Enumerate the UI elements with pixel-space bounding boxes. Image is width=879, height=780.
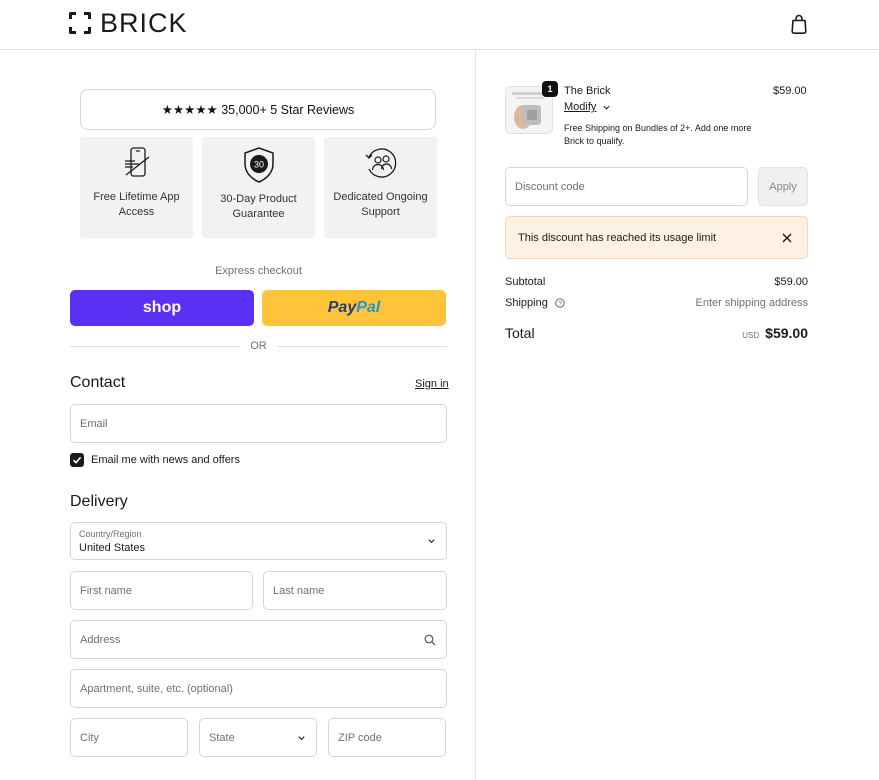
- last-name-placeholder: Last name: [273, 584, 325, 597]
- shipping-promo-note: Free Shipping on Bundles of 2+. Add one …: [564, 123, 752, 146]
- email-field[interactable]: Email: [70, 404, 447, 443]
- feature-tile-support: Dedicated Ongoing Support: [324, 137, 437, 238]
- zip-placeholder: ZIP code: [338, 731, 382, 744]
- shop-pay-label: shop: [142, 299, 182, 316]
- shipping-row: Shipping ? Enter shipping address: [505, 297, 808, 309]
- paypal-label-part2: Pal: [356, 299, 381, 316]
- column-divider: [475, 50, 476, 780]
- header: BRICK: [0, 0, 879, 50]
- express-checkout-label: Express checkout: [215, 265, 302, 277]
- delivery-title: Delivery: [70, 493, 128, 510]
- discount-error-alert: This discount has reached its usage limi…: [505, 216, 808, 259]
- country-select[interactable]: Country/Region United States: [70, 522, 447, 560]
- chevron-down-icon: [428, 539, 435, 544]
- country-label: Country/Region: [79, 529, 142, 539]
- close-icon[interactable]: [782, 233, 792, 243]
- paypal-button[interactable]: Pay Pal: [262, 290, 446, 326]
- discount-code-input[interactable]: Discount code: [505, 167, 748, 206]
- country-value: United States: [79, 542, 146, 554]
- last-name-field[interactable]: Last name: [263, 571, 447, 610]
- apply-discount-button[interactable]: Apply: [758, 167, 808, 206]
- address-placeholder: Address: [80, 633, 121, 646]
- subtotal-label: Subtotal: [505, 276, 546, 288]
- total-label: Total: [505, 325, 535, 341]
- feature-label: Dedicated Ongoing Support: [333, 191, 428, 218]
- apartment-field[interactable]: Apartment, suite, etc. (optional): [70, 669, 447, 708]
- shipping-value: Enter shipping address: [695, 297, 808, 309]
- zip-field[interactable]: ZIP code: [328, 718, 446, 757]
- product-price: $59.00: [773, 85, 807, 97]
- subtotal-value: $59.00: [774, 276, 808, 288]
- first-name-field[interactable]: First name: [70, 571, 253, 610]
- newsletter-row[interactable]: Email me with news and offers: [70, 453, 240, 467]
- chevron-down-icon: [298, 735, 305, 740]
- address-field[interactable]: Address: [70, 620, 447, 659]
- state-select[interactable]: State: [199, 718, 317, 757]
- sign-in-link[interactable]: Sign in: [415, 378, 449, 390]
- feature-tile-guarantee: 30 30-Day Product Guarantee: [202, 137, 315, 238]
- apartment-placeholder: Apartment, suite, etc. (optional): [80, 682, 233, 695]
- help-icon[interactable]: ?: [555, 298, 565, 308]
- city-field[interactable]: City: [70, 718, 188, 757]
- feature-label: Free Lifetime App Access: [93, 191, 180, 218]
- discount-placeholder: Discount code: [515, 180, 585, 193]
- currency-code: USD: [742, 331, 760, 340]
- total-row: Total USD $59.00: [505, 325, 808, 341]
- feature-tiles: Free Lifetime App Access 30 30-Day Produ…: [80, 137, 437, 238]
- total-value: $59.00: [765, 325, 808, 341]
- first-name-placeholder: First name: [80, 584, 132, 597]
- support-people-icon: [365, 148, 396, 178]
- newsletter-label: Email me with news and offers: [91, 454, 240, 466]
- shop-pay-button[interactable]: shop: [70, 290, 254, 326]
- svg-text:?: ?: [558, 300, 562, 307]
- divider-line: [70, 345, 241, 347]
- city-placeholder: City: [80, 731, 99, 744]
- state-placeholder: State: [209, 731, 235, 744]
- shipping-label: Shipping: [505, 297, 548, 309]
- contact-title: Contact: [70, 374, 126, 391]
- phone-crossed-icon: [124, 147, 149, 177]
- shield-30-icon: 30: [243, 147, 274, 183]
- divider-line: [276, 345, 447, 347]
- shield-badge-text: 30: [253, 160, 263, 170]
- newsletter-checkbox[interactable]: [70, 453, 84, 467]
- paypal-label-part1: Pay: [327, 299, 357, 316]
- or-divider: OR: [70, 339, 447, 353]
- product-name: The Brick: [564, 85, 611, 97]
- or-label: OR: [250, 340, 267, 352]
- email-placeholder: Email: [80, 417, 108, 430]
- feature-tile-app-access: Free Lifetime App Access: [80, 137, 193, 238]
- modify-label: Modify: [564, 101, 597, 113]
- quantity-badge: 1: [542, 81, 558, 97]
- search-icon: [424, 634, 436, 645]
- shopping-bag-icon[interactable]: [790, 14, 808, 34]
- brand-name: BRICK: [100, 8, 188, 38]
- brand-logo[interactable]: BRICK: [69, 9, 188, 37]
- feature-label: 30-Day Product Guarantee: [220, 193, 297, 220]
- modify-link[interactable]: Modify: [564, 101, 611, 113]
- alert-message: This discount has reached its usage limi…: [518, 231, 717, 244]
- reviews-banner: ★★★★★ 35,000+ 5 Star Reviews: [80, 89, 436, 130]
- subtotal-row: Subtotal $59.00: [505, 276, 808, 288]
- checkmark-icon: [72, 456, 82, 464]
- brick-logo-icon: [69, 12, 91, 34]
- chevron-down-icon: [603, 105, 610, 110]
